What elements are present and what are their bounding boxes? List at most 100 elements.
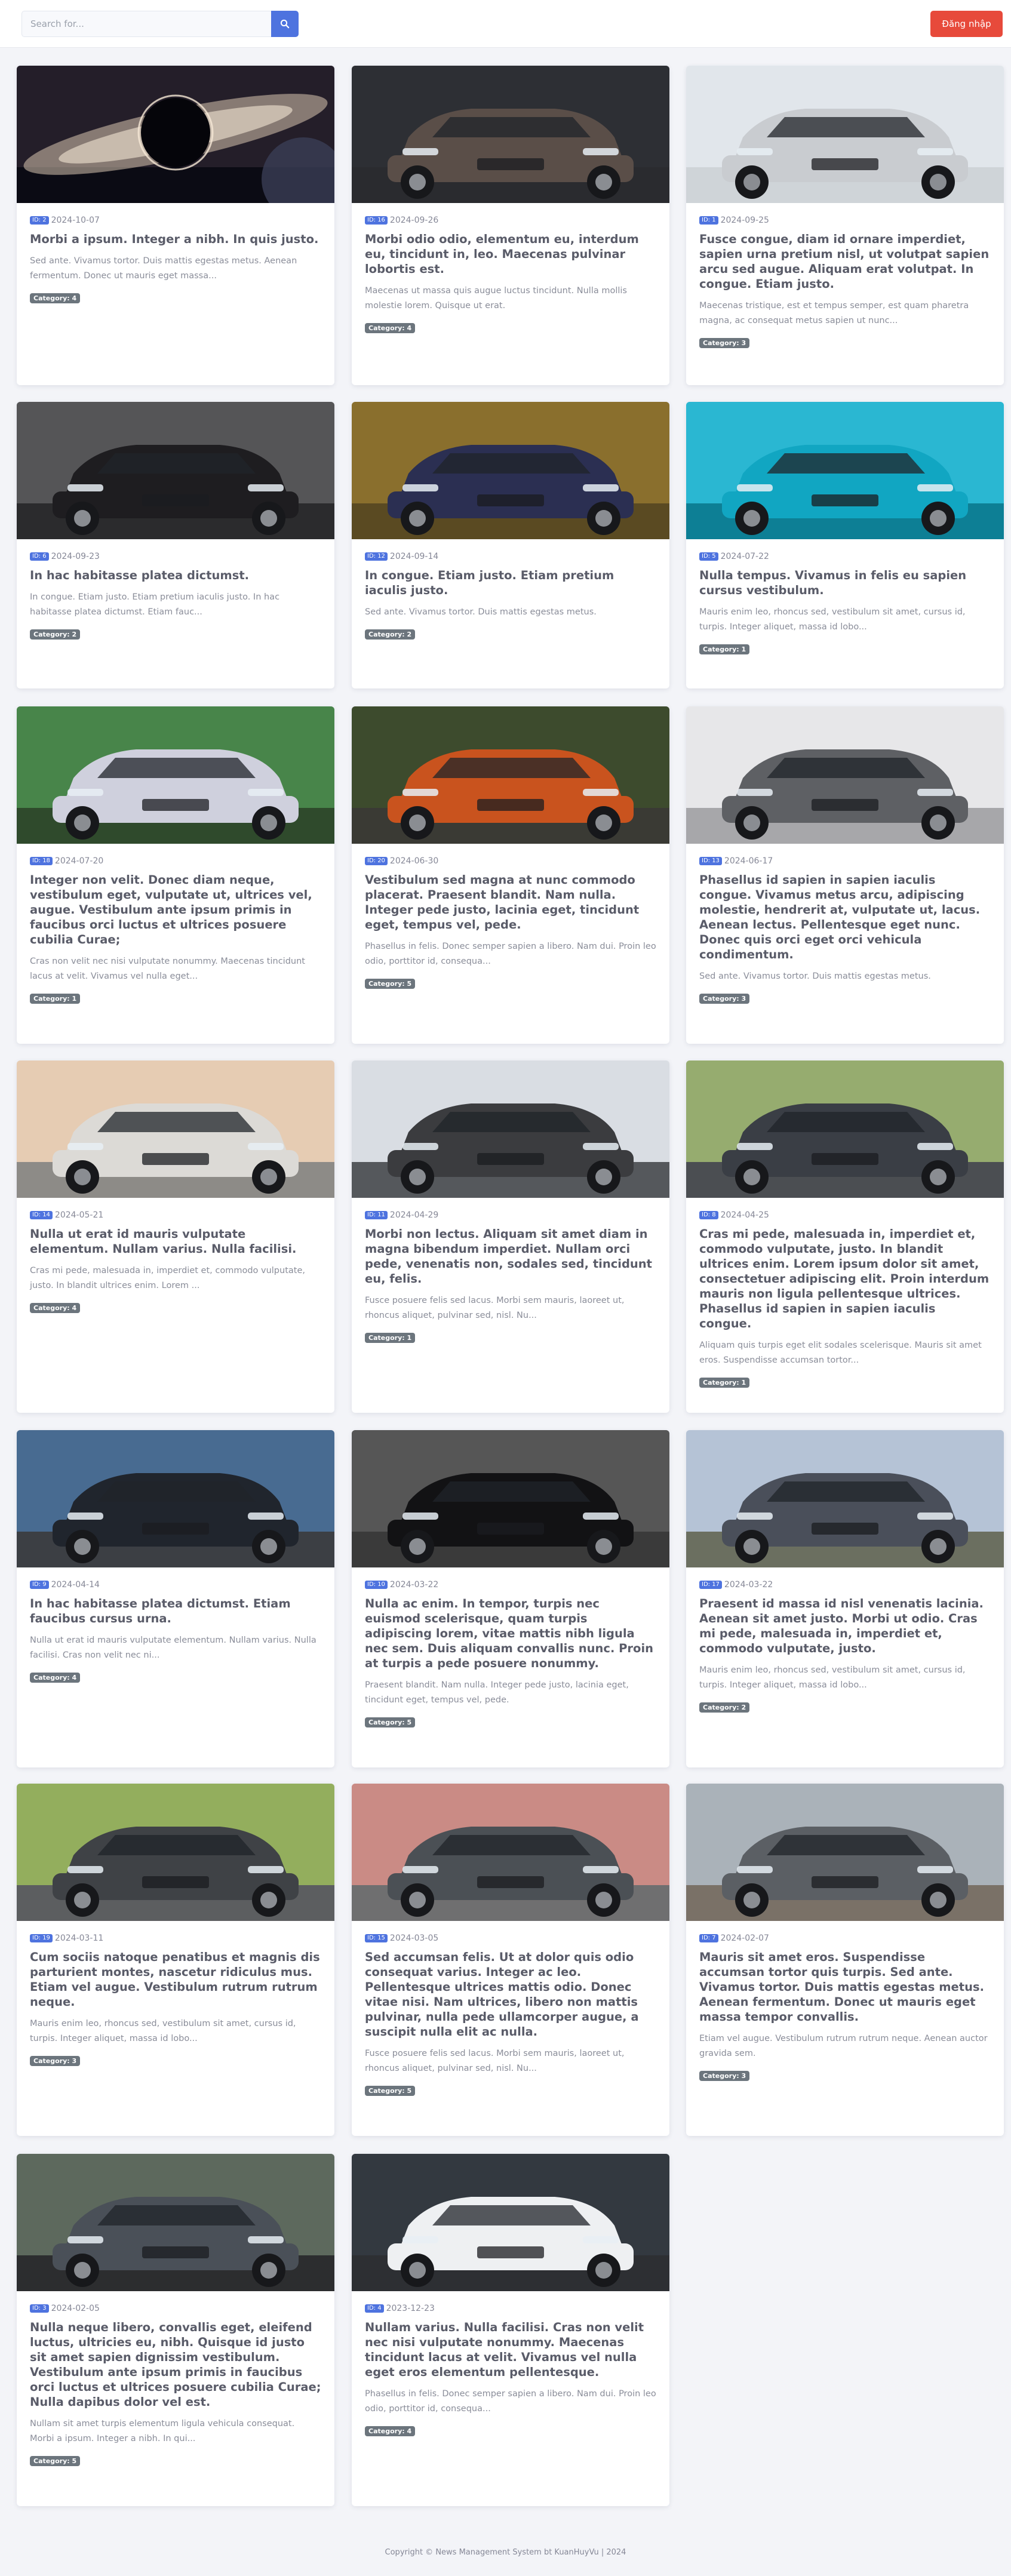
category-badge[interactable]: Category: 4	[30, 293, 81, 303]
news-card[interactable]: ID: 14 2024-05-21 Nulla ut erat id mauri…	[17, 1060, 334, 1413]
category-badge[interactable]: Category: 4	[365, 2426, 416, 2436]
card-image[interactable]	[352, 66, 669, 203]
card-image[interactable]	[686, 1060, 1004, 1198]
card-title[interactable]: Sed accumsan felis. Ut at dolor quis odi…	[365, 1950, 656, 2039]
card-title[interactable]: Fusce congue, diam id ornare imperdiet, …	[699, 232, 991, 291]
card-image[interactable]	[17, 1784, 334, 1921]
category-badge[interactable]: Category: 3	[699, 338, 750, 348]
category-badge[interactable]: Category: 4	[30, 1303, 81, 1313]
card-image[interactable]	[686, 706, 1004, 844]
card-title[interactable]: Vestibulum sed magna at nunc commodo pla…	[365, 872, 656, 932]
card-title[interactable]: Morbi non lectus. Aliquam sit amet diam …	[365, 1226, 656, 1286]
news-card[interactable]: ID: 8 2024-04-25 Cras mi pede, malesuada…	[686, 1060, 1004, 1413]
category-badge[interactable]: Category: 2	[30, 629, 81, 640]
news-card[interactable]: ID: 11 2024-04-29 Morbi non lectus. Aliq…	[352, 1060, 669, 1413]
category-badge[interactable]: Category: 5	[365, 979, 416, 989]
card-image-art	[352, 2154, 669, 2291]
card-image[interactable]	[352, 1430, 669, 1567]
news-card[interactable]: ID: 2 2024-10-07 Morbi a ipsum. Integer …	[17, 66, 334, 385]
news-card[interactable]: ID: 6 2024-09-23 In hac habitasse platea…	[17, 402, 334, 688]
card-title[interactable]: In hac habitasse platea dictumst.	[30, 568, 321, 583]
card-image[interactable]	[686, 1430, 1004, 1567]
card-image-art	[352, 402, 669, 539]
card-image-art	[17, 1430, 334, 1567]
news-card[interactable]: ID: 3 2024-02-05 Nulla neque libero, con…	[17, 2154, 334, 2506]
news-card[interactable]: ID: 12 2024-09-14 In congue. Etiam justo…	[352, 402, 669, 688]
card-summary: Fusce posuere felis sed lacus. Morbi sem…	[365, 1296, 625, 1320]
card-image[interactable]	[686, 402, 1004, 539]
card-title[interactable]: Morbi odio odio, elementum eu, interdum …	[365, 232, 656, 276]
news-card[interactable]: ID: 5 2024-07-22 Nulla tempus. Vivamus i…	[686, 402, 1004, 688]
card-summary: Sed ante. Vivamus tortor. Duis mattis eg…	[699, 972, 931, 981]
card-image-art	[686, 1060, 1004, 1198]
news-card[interactable]: ID: 9 2024-04-14 In hac habitasse platea…	[17, 1430, 334, 1767]
card-title[interactable]: Phasellus id sapien in sapien iaculis co…	[699, 872, 991, 962]
category-badge[interactable]: Category: 3	[30, 2056, 81, 2066]
card-image-art	[17, 66, 334, 203]
card-title[interactable]: Cum sociis natoque penatibus et magnis d…	[30, 1950, 321, 2009]
category-badge[interactable]: Category: 4	[30, 1673, 81, 1683]
card-title[interactable]: Nullam varius. Nulla facilisi. Cras non …	[365, 2320, 656, 2380]
news-card[interactable]: ID: 1 2024-09-25 Fusce congue, diam id o…	[686, 66, 1004, 385]
id-badge: ID: 4	[365, 2304, 384, 2313]
card-title[interactable]: Cras mi pede, malesuada in, imperdiet et…	[699, 1226, 991, 1331]
news-card[interactable]: ID: 10 2024-03-22 Nulla ac enim. In temp…	[352, 1430, 669, 1767]
card-title[interactable]: Nulla ac enim. In tempor, turpis nec eui…	[365, 1596, 656, 1671]
id-badge: ID: 9	[30, 1581, 49, 1589]
card-image[interactable]	[352, 2154, 669, 2291]
card-body: ID: 4 2023-12-23 Nullam varius. Nulla fa…	[352, 2291, 669, 2449]
card-image[interactable]	[352, 1060, 669, 1198]
card-image[interactable]	[17, 706, 334, 844]
card-image-art	[352, 1060, 669, 1198]
news-card[interactable]: ID: 4 2023-12-23 Nullam varius. Nulla fa…	[352, 2154, 669, 2506]
login-button[interactable]: Đăng nhập	[930, 11, 1003, 37]
category-badge[interactable]: Category: 3	[699, 2071, 750, 2081]
card-image[interactable]	[686, 66, 1004, 203]
category-badge[interactable]: Category: 5	[365, 1717, 416, 1727]
card-image[interactable]	[17, 1060, 334, 1198]
publish-date: 2024-10-07	[51, 216, 100, 225]
category-badge[interactable]: Category: 2	[365, 629, 416, 640]
news-card[interactable]: ID: 20 2024-06-30 Vestibulum sed magna a…	[352, 706, 669, 1044]
news-card[interactable]: ID: 7 2024-02-07 Mauris sit amet eros. S…	[686, 1784, 1004, 2136]
card-title[interactable]: Morbi a ipsum. Integer a nibh. In quis j…	[30, 232, 321, 247]
card-title[interactable]: Integer non velit. Donec diam neque, ves…	[30, 872, 321, 947]
news-card[interactable]: ID: 15 2024-03-05 Sed accumsan felis. Ut…	[352, 1784, 669, 2136]
card-title[interactable]: In hac habitasse platea dictumst. Etiam …	[30, 1596, 321, 1626]
news-card[interactable]: ID: 16 2024-09-26 Morbi odio odio, eleme…	[352, 66, 669, 385]
search-input[interactable]	[21, 11, 271, 37]
category-badge[interactable]: Category: 2	[699, 1702, 750, 1713]
card-image[interactable]	[352, 402, 669, 539]
card-meta: ID: 6 2024-09-23	[30, 551, 321, 562]
category-badge[interactable]: Category: 1	[699, 644, 750, 654]
card-title[interactable]: Nulla tempus. Vivamus in felis eu sapien…	[699, 568, 991, 598]
category-badge[interactable]: Category: 5	[365, 2086, 416, 2096]
news-card[interactable]: ID: 17 2024-03-22 Praesent id massa id n…	[686, 1430, 1004, 1767]
publish-date: 2024-03-05	[389, 1933, 439, 1943]
category-badge[interactable]: Category: 3	[699, 994, 750, 1004]
card-title[interactable]: Praesent id massa id nisl venenatis laci…	[699, 1596, 991, 1656]
card-image[interactable]	[17, 402, 334, 539]
card-image[interactable]	[17, 2154, 334, 2291]
search-button[interactable]	[271, 11, 299, 37]
card-image[interactable]	[17, 1430, 334, 1567]
category-badge[interactable]: Category: 5	[30, 2456, 81, 2466]
card-title[interactable]: Nulla ut erat id mauris vulputate elemen…	[30, 1226, 321, 1256]
card-image[interactable]	[352, 706, 669, 844]
category-badge[interactable]: Category: 1	[365, 1333, 416, 1343]
card-title[interactable]: Mauris sit amet eros. Suspendisse accums…	[699, 1950, 991, 2024]
id-badge: ID: 16	[365, 216, 388, 225]
card-summary: Maecenas ut massa quis augue luctus tinc…	[365, 286, 627, 311]
card-title[interactable]: In congue. Etiam justo. Etiam pretium ia…	[365, 568, 656, 598]
news-card[interactable]: ID: 18 2024-07-20 Integer non velit. Don…	[17, 706, 334, 1044]
news-card[interactable]: ID: 19 2024-03-11 Cum sociis natoque pen…	[17, 1784, 334, 2136]
category-badge[interactable]: Category: 1	[30, 994, 81, 1004]
card-title[interactable]: Nulla neque libero, convallis eget, elei…	[30, 2320, 321, 2409]
card-image[interactable]	[352, 1784, 669, 1921]
card-image-art	[352, 1430, 669, 1567]
card-image[interactable]	[17, 66, 334, 203]
card-image[interactable]	[686, 1784, 1004, 1921]
category-badge[interactable]: Category: 1	[699, 1378, 750, 1388]
news-card[interactable]: ID: 13 2024-06-17 Phasellus id sapien in…	[686, 706, 1004, 1044]
category-badge[interactable]: Category: 4	[365, 323, 416, 333]
